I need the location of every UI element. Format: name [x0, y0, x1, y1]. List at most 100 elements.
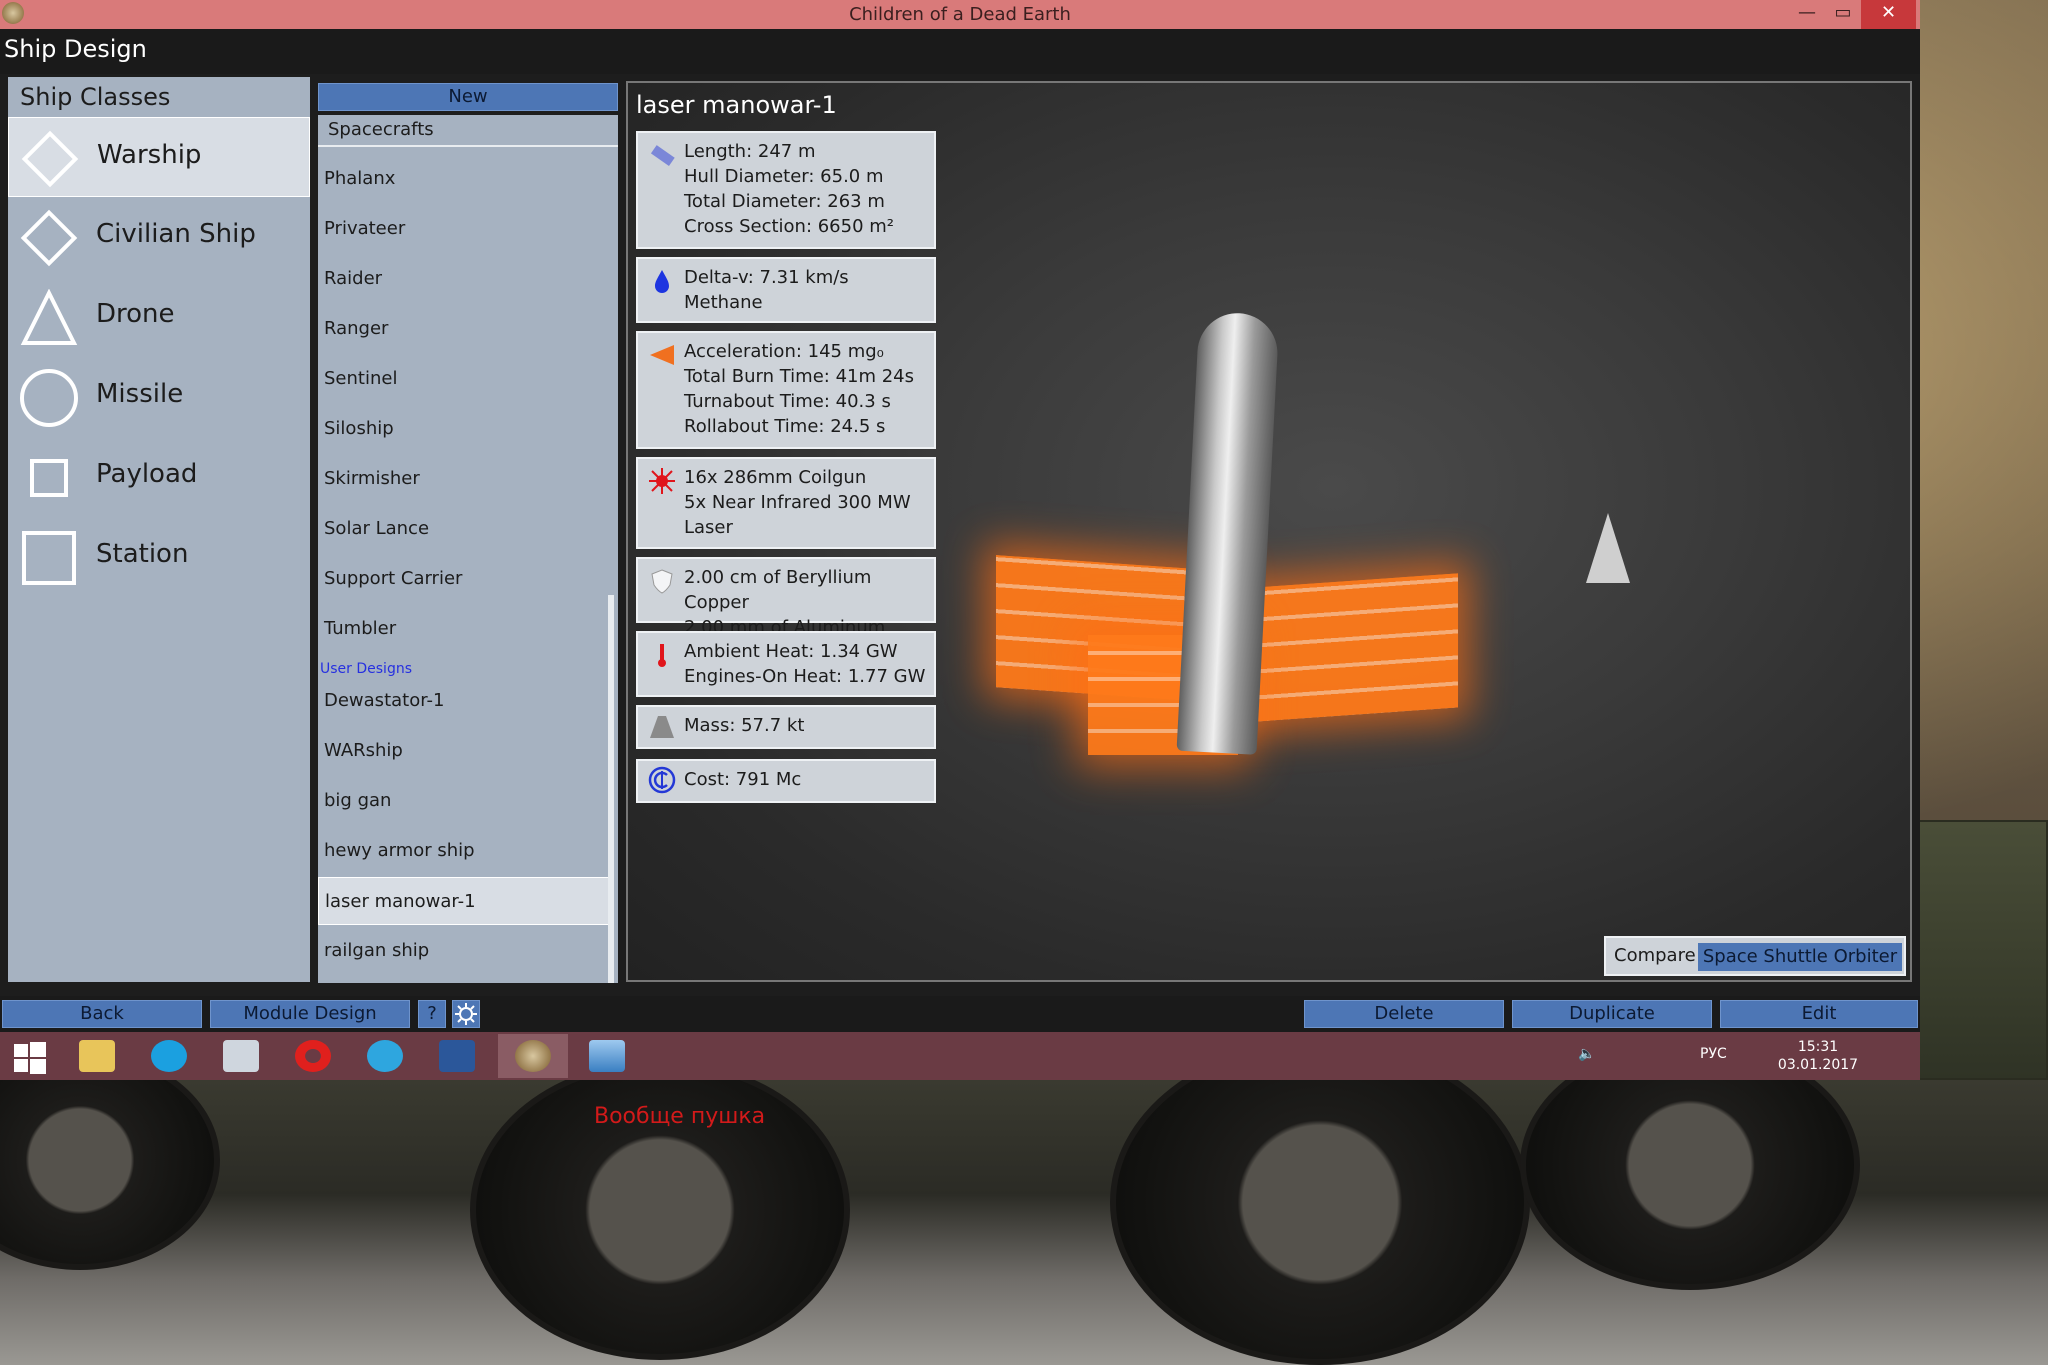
- language-indicator[interactable]: РУС: [1700, 1046, 1727, 1062]
- ship-viewer[interactable]: laser manowar-1 Length: 247 m Hull Diame…: [626, 81, 1912, 982]
- list-item[interactable]: WARship: [318, 727, 612, 775]
- list-scrollbar[interactable]: [608, 595, 614, 983]
- square-icon: [20, 529, 78, 587]
- dimensions-card: Length: 247 m Hull Diameter: 65.0 m Tota…: [636, 131, 936, 249]
- weapon-icon: [648, 467, 676, 495]
- card-line: Cross Section: 6650 m²: [684, 216, 895, 237]
- desktop-caption: Вообще пушка: [594, 1104, 766, 1129]
- photos-icon[interactable]: [572, 1034, 642, 1078]
- volume-icon[interactable]: 🔈: [1578, 1046, 1595, 1062]
- app-window: Children of a Dead Earth — ▭ ✕ Ship Desi…: [0, 0, 1920, 1080]
- card-line: Engines-On Heat: 1.77 GW: [684, 666, 926, 687]
- list-item[interactable]: Ranger: [318, 305, 612, 353]
- telegram-icon[interactable]: [350, 1034, 420, 1078]
- shuttle-icon: [1586, 513, 1630, 583]
- edit-button[interactable]: Edit: [1720, 1000, 1918, 1028]
- list-item[interactable]: Phalanx: [318, 155, 612, 203]
- thermometer-icon: [648, 641, 676, 669]
- class-label: Civilian Ship: [96, 219, 256, 249]
- engine-icon: [648, 341, 676, 369]
- minimize-button[interactable]: —: [1789, 0, 1825, 29]
- design-list[interactable]: Spacecrafts Phalanx Privateer Raider Ran…: [318, 115, 618, 983]
- class-warship[interactable]: Warship: [8, 117, 310, 197]
- settings-button[interactable]: [452, 1000, 480, 1028]
- list-item[interactable]: railgan ship: [318, 927, 612, 975]
- clock[interactable]: 15:31 03.01.2017: [1768, 1038, 1868, 1074]
- class-missile[interactable]: Missile: [8, 357, 310, 437]
- card-line: Turnabout Time: 40.3 s: [684, 391, 891, 412]
- list-item[interactable]: big gan: [318, 777, 612, 825]
- diamond-icon: [20, 209, 78, 267]
- list-item[interactable]: Tumbler: [318, 605, 612, 653]
- class-label: Payload: [96, 459, 198, 489]
- card-line: Mass: 57.7 kt: [684, 715, 805, 736]
- list-item-selected[interactable]: laser manowar-1: [318, 877, 612, 925]
- card-line: Length: 247 m: [684, 141, 816, 162]
- ruler-icon: [648, 141, 676, 169]
- card-line: Delta-v: 7.31 km/s: [684, 267, 849, 288]
- currency-icon: [648, 766, 676, 794]
- skype-icon[interactable]: [134, 1034, 204, 1078]
- module-design-button[interactable]: Module Design: [210, 1000, 410, 1028]
- card-line: Cost: 791 Mc: [684, 769, 802, 790]
- wallpaper-tyre: [1110, 1040, 1530, 1365]
- card-line: Rollabout Time: 24.5 s: [684, 416, 886, 437]
- circle-icon: [20, 369, 78, 427]
- mass-card: Mass: 57.7 kt: [636, 705, 936, 749]
- ship-classes-title: Ship Classes: [20, 83, 171, 111]
- opera-icon[interactable]: [278, 1034, 348, 1078]
- clock-time: 15:31: [1797, 1039, 1839, 1055]
- class-station[interactable]: Station: [8, 517, 310, 597]
- weapons-card: 16x 286mm Coilgun 5x Near Infrared 300 M…: [636, 457, 936, 549]
- card-line: Total Diameter: 263 m: [684, 191, 885, 212]
- list-item[interactable]: Skirmisher: [318, 455, 612, 503]
- compare-label: Compare: [1614, 945, 1696, 966]
- card-line: Acceleration: 145 mg₀: [684, 341, 884, 362]
- class-drone[interactable]: Drone: [8, 277, 310, 357]
- help-button[interactable]: ?: [418, 1000, 446, 1028]
- game-icon[interactable]: [498, 1034, 568, 1078]
- class-payload[interactable]: Payload: [8, 437, 310, 517]
- list-item[interactable]: Solar Lance: [318, 505, 612, 553]
- diamond-icon: [21, 130, 79, 188]
- list-item[interactable]: Privateer: [318, 205, 612, 253]
- close-button[interactable]: ✕: [1861, 0, 1916, 29]
- compare-box: Compare Space Shuttle Orbiter: [1604, 936, 1906, 976]
- delta-v-card: Delta-v: 7.31 km/s Methane: [636, 257, 936, 323]
- card-line: 16x 286mm Coilgun: [684, 467, 867, 488]
- maximize-button[interactable]: ▭: [1825, 0, 1861, 29]
- word-icon[interactable]: [422, 1034, 492, 1078]
- list-item[interactable]: hewy armor ship: [318, 827, 612, 875]
- new-design-button[interactable]: New: [318, 83, 618, 111]
- card-line: 2.00 cm of Beryllium Copper: [684, 567, 872, 613]
- compare-select[interactable]: Space Shuttle Orbiter: [1698, 943, 1902, 971]
- card-line: Methane: [684, 292, 763, 313]
- windows-start-icon[interactable]: [0, 1034, 60, 1078]
- class-label: Drone: [96, 299, 175, 329]
- list-item[interactable]: Sentinel: [318, 355, 612, 403]
- file-explorer-icon[interactable]: [62, 1034, 132, 1078]
- class-civilian-ship[interactable]: Civilian Ship: [8, 197, 310, 277]
- card-line: Ambient Heat: 1.34 GW: [684, 641, 898, 662]
- back-button[interactable]: Back: [2, 1000, 202, 1028]
- list-item[interactable]: Raider: [318, 255, 612, 303]
- heat-card: Ambient Heat: 1.34 GW Engines-On Heat: 1…: [636, 631, 936, 697]
- radiator-panel: [1240, 573, 1458, 723]
- group-label-user-designs: User Designs: [320, 661, 412, 677]
- card-line: Hull Diameter: 65.0 m: [684, 166, 884, 187]
- new-label: New: [448, 86, 488, 107]
- delete-button[interactable]: Delete: [1304, 1000, 1504, 1028]
- duplicate-button[interactable]: Duplicate: [1512, 1000, 1712, 1028]
- class-label: Station: [96, 539, 189, 569]
- list-item[interactable]: Dewastator-1: [318, 677, 612, 725]
- calculator-icon[interactable]: [206, 1034, 276, 1078]
- weight-icon: [648, 712, 676, 740]
- designs-panel: New Spacecrafts Phalanx Privateer Raider…: [318, 83, 618, 983]
- title-bar[interactable]: Children of a Dead Earth — ▭ ✕: [0, 0, 1920, 29]
- screen-title: Ship Design: [4, 35, 147, 63]
- square-icon: [20, 449, 78, 507]
- list-item[interactable]: Support Carrier: [318, 555, 612, 603]
- shield-icon: [648, 567, 676, 595]
- gear-icon: [455, 1003, 477, 1025]
- list-item[interactable]: Siloship: [318, 405, 612, 453]
